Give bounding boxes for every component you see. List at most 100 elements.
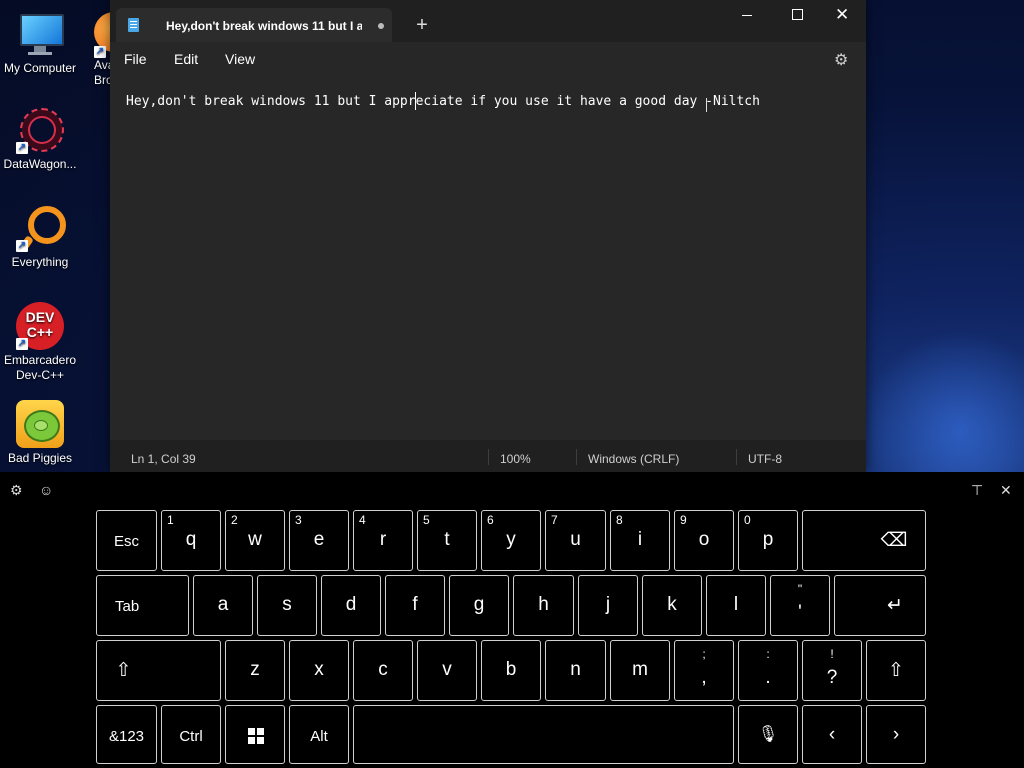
key-x[interactable]: x bbox=[289, 640, 349, 701]
arrow-right-icon: › bbox=[892, 724, 900, 745]
title-bar[interactable]: Hey,don't break windows 11 but I ap + ✕ bbox=[110, 0, 866, 42]
key-enter[interactable]: ↵ bbox=[834, 575, 926, 636]
keyboard-settings-icon[interactable]: ⚙ bbox=[10, 482, 23, 499]
desktop-icon-devcpp[interactable]: DEV C++ ↗ Embarcadero Dev-C++ bbox=[0, 302, 80, 383]
key-z[interactable]: z bbox=[225, 640, 285, 701]
text-caret bbox=[415, 92, 416, 110]
key-r[interactable]: 4r bbox=[353, 510, 413, 571]
desktop-icon-everything[interactable]: ↗ Everything bbox=[0, 204, 80, 270]
close-button[interactable]: ✕ bbox=[820, 0, 866, 32]
key-u[interactable]: 7u bbox=[545, 510, 606, 571]
key-space[interactable] bbox=[353, 705, 734, 764]
key-j[interactable]: j bbox=[578, 575, 638, 636]
document-text[interactable]: Hey,don't break windows 11 but I appreci… bbox=[126, 94, 760, 109]
key-backspace[interactable]: ⌫ bbox=[802, 510, 926, 571]
tab-title: Hey,don't break windows 11 but I ap bbox=[166, 19, 362, 33]
key-g[interactable]: g bbox=[449, 575, 509, 636]
desktop-icon-label: DataWagon... bbox=[3, 157, 77, 171]
key-h[interactable]: h bbox=[513, 575, 574, 636]
key-question[interactable]: !? bbox=[802, 640, 862, 701]
desktop-icon-bad-piggies[interactable]: Bad Piggies bbox=[0, 400, 80, 466]
desktop-icon-datawagon[interactable]: ↗ DataWagon... bbox=[0, 106, 80, 172]
key-period[interactable]: :. bbox=[738, 640, 798, 701]
key-microphone[interactable]: 🎙 bbox=[738, 705, 798, 764]
key-e[interactable]: 3e bbox=[289, 510, 349, 571]
key-m[interactable]: m bbox=[610, 640, 670, 701]
desktop-icon-label: Embarcadero Dev-C++ bbox=[3, 353, 77, 382]
backspace-icon: ⌫ bbox=[880, 530, 908, 551]
key-w[interactable]: 2w bbox=[225, 510, 285, 571]
desktop-icon-label: Everything bbox=[11, 255, 69, 269]
tab-document[interactable]: Hey,don't break windows 11 but I ap bbox=[116, 8, 392, 42]
menu-edit[interactable]: Edit bbox=[174, 51, 198, 67]
key-f[interactable]: f bbox=[385, 575, 445, 636]
status-bar: Ln 1, Col 39 100% Windows (CRLF) UTF-8 bbox=[110, 440, 866, 472]
key-ctrl[interactable]: Ctrl bbox=[161, 705, 221, 764]
maximize-button[interactable] bbox=[774, 0, 820, 32]
key-q[interactable]: 1q bbox=[161, 510, 221, 571]
key-p[interactable]: 0p bbox=[738, 510, 798, 571]
datawagon-icon: ↗ bbox=[16, 106, 64, 154]
key-symbols[interactable]: &123 bbox=[96, 705, 157, 764]
key-arrow-right[interactable]: › bbox=[866, 705, 926, 764]
touch-keyboard: ⚙ ☺ ⊤ ✕ Esc 1q 2w 3e 4r 5t 6y 7u 8i 9o 0… bbox=[0, 472, 1024, 768]
divider bbox=[488, 449, 489, 465]
keyboard-close-icon[interactable]: ✕ bbox=[1000, 482, 1012, 499]
key-k[interactable]: k bbox=[642, 575, 702, 636]
key-arrow-left[interactable]: ‹ bbox=[802, 705, 862, 764]
devcpp-icon: DEV C++ ↗ bbox=[16, 302, 64, 350]
divider bbox=[736, 449, 737, 465]
dock-icon[interactable]: ⊤ bbox=[971, 482, 983, 499]
microphone-icon: 🎙 bbox=[757, 726, 779, 743]
close-icon: ✕ bbox=[835, 5, 850, 24]
key-i[interactable]: 8i bbox=[610, 510, 670, 571]
notepad-window: Hey,don't break windows 11 but I ap + ✕ … bbox=[110, 0, 866, 472]
minimize-button[interactable] bbox=[724, 0, 770, 32]
desktop-icon-label: Bad Piggies bbox=[7, 451, 73, 465]
key-t[interactable]: 5t bbox=[417, 510, 477, 571]
shift-icon: ⇧ bbox=[888, 660, 904, 681]
key-b[interactable]: b bbox=[481, 640, 541, 701]
windows-icon bbox=[248, 728, 264, 744]
key-alt[interactable]: Alt bbox=[289, 705, 349, 764]
notepad-icon bbox=[128, 18, 139, 32]
key-windows[interactable] bbox=[225, 705, 285, 764]
key-quote[interactable]: " ' bbox=[770, 575, 830, 636]
key-c[interactable]: c bbox=[353, 640, 413, 701]
encoding: UTF-8 bbox=[748, 452, 782, 466]
key-shift-left[interactable]: ⇧ bbox=[96, 640, 221, 701]
key-shift-right[interactable]: ⇧ bbox=[866, 640, 926, 701]
line-ending: Windows (CRLF) bbox=[588, 452, 680, 466]
key-l[interactable]: l bbox=[706, 575, 766, 636]
key-comma[interactable]: ;, bbox=[674, 640, 734, 701]
zoom-level: 100% bbox=[500, 452, 531, 466]
menu-file[interactable]: File bbox=[124, 51, 147, 67]
key-esc[interactable]: Esc bbox=[96, 510, 157, 571]
text-editor[interactable]: Hey,don't break windows 11 but I appreci… bbox=[110, 76, 866, 440]
maximize-icon bbox=[792, 9, 803, 20]
shift-icon: ⇧ bbox=[115, 660, 132, 681]
bad-piggies-icon bbox=[16, 400, 64, 448]
enter-icon: ↵ bbox=[887, 595, 903, 616]
key-o[interactable]: 9o bbox=[674, 510, 734, 571]
arrow-left-icon: ‹ bbox=[828, 724, 836, 745]
key-s[interactable]: s bbox=[257, 575, 317, 636]
cursor-position: Ln 1, Col 39 bbox=[131, 452, 196, 466]
computer-icon bbox=[16, 10, 64, 58]
new-tab-button[interactable]: + bbox=[410, 14, 434, 38]
magnifier-icon: ↗ bbox=[16, 204, 66, 253]
key-d[interactable]: d bbox=[321, 575, 381, 636]
minimize-icon bbox=[742, 15, 752, 16]
key-tab[interactable]: Tab bbox=[96, 575, 189, 636]
desktop-icon-label: My Computer bbox=[3, 61, 77, 75]
menu-view[interactable]: View bbox=[225, 51, 255, 67]
key-v[interactable]: v bbox=[417, 640, 477, 701]
key-a[interactable]: a bbox=[193, 575, 253, 636]
settings-icon[interactable]: ⚙ bbox=[834, 50, 848, 70]
key-y[interactable]: 6y bbox=[481, 510, 541, 571]
emoji-icon[interactable]: ☺ bbox=[39, 482, 53, 498]
desktop-icon-my-computer[interactable]: My Computer bbox=[0, 10, 80, 76]
key-n[interactable]: n bbox=[545, 640, 606, 701]
unsaved-indicator-icon[interactable] bbox=[378, 23, 384, 29]
ibeam-cursor-icon bbox=[706, 98, 709, 112]
